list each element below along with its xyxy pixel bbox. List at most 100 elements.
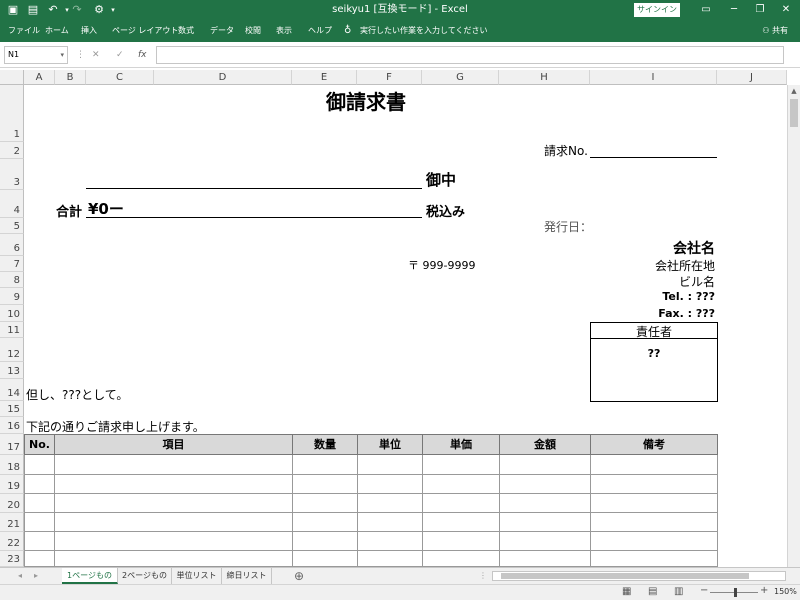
table-cell[interactable] bbox=[357, 551, 423, 567]
table-cell[interactable] bbox=[590, 455, 718, 475]
sheet-tab[interactable]: 1ページもの bbox=[62, 568, 118, 584]
select-all-corner[interactable] bbox=[0, 70, 24, 85]
row-header[interactable]: 17 bbox=[0, 434, 24, 455]
table-cell[interactable] bbox=[54, 475, 293, 494]
table-cell[interactable] bbox=[54, 551, 293, 567]
table-cell[interactable] bbox=[590, 494, 718, 513]
formula-bar-options-icon[interactable]: ⋮ bbox=[76, 46, 85, 64]
table-cell[interactable] bbox=[24, 551, 55, 567]
tab-file[interactable]: ファイル bbox=[8, 20, 40, 42]
row-header[interactable]: 6 bbox=[0, 234, 24, 256]
chevron-down-icon[interactable]: ▾ bbox=[60, 47, 64, 63]
formula-input[interactable] bbox=[156, 46, 784, 64]
signin-button[interactable]: サインイン bbox=[634, 3, 680, 17]
row-header[interactable]: 9 bbox=[0, 288, 24, 305]
table-cell[interactable] bbox=[422, 532, 500, 551]
row-header[interactable]: 13 bbox=[0, 362, 24, 379]
table-cell[interactable] bbox=[24, 513, 55, 532]
table-cell[interactable] bbox=[499, 475, 591, 494]
column-header-f[interactable]: F bbox=[357, 70, 422, 85]
horizontal-scroll-thumb[interactable] bbox=[501, 573, 749, 579]
table-cell[interactable] bbox=[292, 513, 358, 532]
row-header[interactable]: 5 bbox=[0, 218, 24, 234]
row-header[interactable]: 18 bbox=[0, 455, 24, 475]
tab-view[interactable]: 表示 bbox=[276, 20, 292, 42]
vertical-scrollbar[interactable]: ▲ bbox=[787, 85, 800, 567]
recipient-field[interactable] bbox=[86, 188, 422, 189]
page-layout-view-icon[interactable]: ▤ bbox=[648, 586, 657, 597]
row-header[interactable]: 15 bbox=[0, 401, 24, 417]
zoom-in-icon[interactable]: + bbox=[760, 585, 768, 596]
column-header-e[interactable]: E bbox=[292, 70, 357, 85]
row-header[interactable]: 16 bbox=[0, 417, 24, 434]
table-cell[interactable] bbox=[590, 551, 718, 567]
tab-formulas[interactable]: 数式 bbox=[178, 20, 194, 42]
row-header[interactable]: 4 bbox=[0, 190, 24, 218]
table-cell[interactable] bbox=[357, 475, 423, 494]
table-cell[interactable] bbox=[24, 455, 55, 475]
table-cell[interactable] bbox=[24, 494, 55, 513]
ribbon-display-icon[interactable]: ▭ bbox=[694, 0, 718, 20]
tab-home[interactable]: ホーム bbox=[45, 20, 69, 42]
sheet-tab[interactable]: 2ページもの bbox=[118, 568, 172, 584]
tell-me-search[interactable]: 実行したい作業を入力してください bbox=[360, 20, 488, 42]
close-icon[interactable]: ✕ bbox=[774, 0, 798, 20]
horizontal-scrollbar[interactable] bbox=[492, 571, 786, 581]
normal-view-icon[interactable]: ▦ bbox=[622, 586, 631, 597]
table-cell[interactable] bbox=[422, 513, 500, 532]
table-cell[interactable] bbox=[24, 532, 55, 551]
tab-help[interactable]: ヘルプ bbox=[308, 20, 332, 42]
table-cell[interactable] bbox=[292, 494, 358, 513]
table-cell[interactable] bbox=[54, 494, 293, 513]
table-cell[interactable] bbox=[499, 532, 591, 551]
row-header[interactable]: 11 bbox=[0, 322, 24, 338]
table-cell[interactable] bbox=[292, 475, 358, 494]
restore-icon[interactable]: ❐ bbox=[748, 0, 772, 20]
table-cell[interactable] bbox=[54, 513, 293, 532]
table-cell[interactable] bbox=[590, 513, 718, 532]
row-header[interactable]: 19 bbox=[0, 475, 24, 494]
table-cell[interactable] bbox=[54, 455, 293, 475]
table-cell[interactable] bbox=[357, 532, 423, 551]
column-header-a[interactable]: A bbox=[24, 70, 55, 85]
insert-function-icon[interactable]: fx bbox=[138, 46, 147, 64]
page-break-view-icon[interactable]: ▥ bbox=[674, 586, 683, 597]
row-header[interactable]: 7 bbox=[0, 256, 24, 272]
zoom-out-icon[interactable]: − bbox=[700, 585, 708, 596]
table-cell[interactable] bbox=[357, 513, 423, 532]
scroll-tabs-left-icon[interactable]: ◂ bbox=[14, 568, 26, 584]
share-button[interactable]: ⚇ 共有 bbox=[762, 20, 788, 42]
column-header-d[interactable]: D bbox=[154, 70, 292, 85]
table-cell[interactable] bbox=[292, 532, 358, 551]
tab-page-layout[interactable]: ページ レイアウト bbox=[112, 20, 178, 42]
table-cell[interactable] bbox=[422, 494, 500, 513]
minimize-icon[interactable]: ─ bbox=[722, 0, 746, 20]
row-header[interactable]: 2 bbox=[0, 142, 24, 159]
table-cell[interactable] bbox=[590, 532, 718, 551]
table-cell[interactable] bbox=[292, 455, 358, 475]
column-header-c[interactable]: C bbox=[86, 70, 154, 85]
table-cell[interactable] bbox=[422, 551, 500, 567]
table-cell[interactable] bbox=[54, 532, 293, 551]
table-cell[interactable] bbox=[590, 475, 718, 494]
row-header[interactable]: 3 bbox=[0, 159, 24, 190]
tab-insert[interactable]: 挿入 bbox=[81, 20, 97, 42]
tab-review[interactable]: 校閲 bbox=[245, 20, 261, 42]
table-cell[interactable] bbox=[24, 475, 55, 494]
sheet-tab[interactable]: 締日リスト bbox=[222, 568, 272, 584]
scroll-up-icon[interactable]: ▲ bbox=[789, 87, 799, 97]
table-cell[interactable] bbox=[499, 551, 591, 567]
column-header-i[interactable]: I bbox=[590, 70, 717, 85]
lightbulb-icon[interactable]: ♁ bbox=[344, 20, 351, 42]
row-header[interactable]: 8 bbox=[0, 272, 24, 288]
row-header[interactable]: 1 bbox=[0, 85, 24, 142]
add-sheet-icon[interactable]: ⊕ bbox=[290, 568, 308, 584]
table-cell[interactable] bbox=[499, 513, 591, 532]
scroll-thumb[interactable] bbox=[790, 99, 798, 127]
table-cell[interactable] bbox=[422, 455, 500, 475]
column-header-g[interactable]: G bbox=[422, 70, 499, 85]
row-header[interactable]: 21 bbox=[0, 513, 24, 532]
table-cell[interactable] bbox=[357, 494, 423, 513]
enter-icon[interactable]: ✓ bbox=[116, 46, 124, 64]
column-header-h[interactable]: H bbox=[499, 70, 590, 85]
